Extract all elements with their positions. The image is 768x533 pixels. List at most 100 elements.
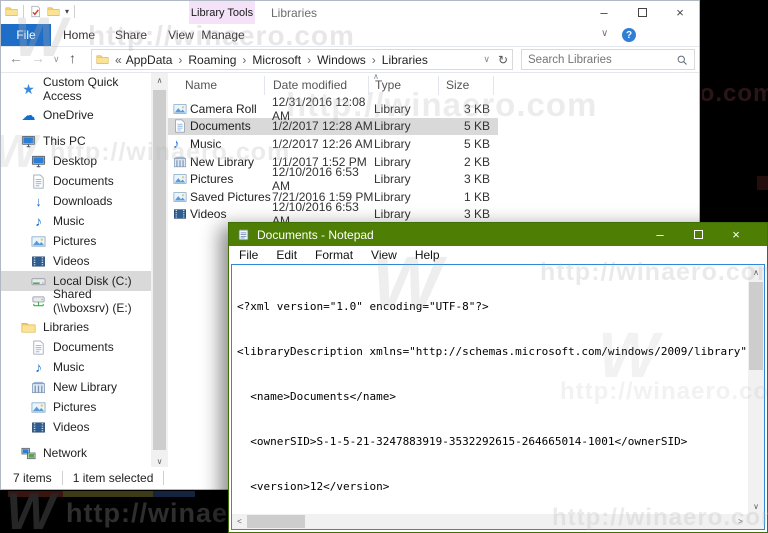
column-header-size[interactable]: Size: [446, 78, 469, 92]
tab-home[interactable]: Home: [55, 24, 103, 46]
sidebar-item-music[interactable]: ♪ Music: [1, 211, 151, 231]
sidebar-item-custom-quick-access[interactable]: ★ Custom Quick Access: [1, 75, 151, 103]
scroll-up-icon[interactable]: ∧: [151, 73, 168, 88]
scrollbar-thumb[interactable]: [247, 515, 305, 528]
column-divider[interactable]: [368, 76, 369, 95]
file-row-saved-pictures[interactable]: Saved Pictures 7/21/2016 1:59 PM Library…: [168, 188, 701, 206]
search-box[interactable]: Search Libraries: [521, 49, 695, 70]
address-bar[interactable]: « AppData › Roaming › Microsoft › Window…: [91, 49, 513, 70]
sidebar-scrollbar[interactable]: ∧ ∨: [151, 73, 168, 469]
logo-fragment: [757, 176, 768, 190]
breadcrumb-chevron-icon[interactable]: ›: [238, 53, 250, 67]
explorer-window-title: Libraries: [271, 6, 318, 20]
close-button[interactable]: ×: [661, 1, 699, 23]
maximize-button[interactable]: [679, 223, 717, 246]
file-row-pictures[interactable]: Pictures 12/10/2016 6:53 AM Library 3 KB: [168, 165, 701, 193]
file-type: Library: [374, 207, 411, 222]
file-row-videos[interactable]: Videos 12/10/2016 6:53 AM Library 3 KB: [168, 200, 701, 228]
file-row-documents-selected[interactable]: Documents 1/2/2017 12:28 AM Library 5 KB: [168, 117, 498, 136]
close-button[interactable]: ×: [717, 223, 755, 246]
library-tools-contextual-tab[interactable]: Library Tools: [189, 1, 255, 24]
sidebar-item-libraries-pictures[interactable]: Pictures: [1, 397, 151, 417]
forward-button[interactable]: →: [31, 51, 45, 65]
tab-file[interactable]: File: [1, 24, 51, 46]
sidebar-item-libraries[interactable]: Libraries: [1, 317, 151, 337]
breadcrumb-windows[interactable]: Windows: [315, 53, 368, 67]
search-icon[interactable]: [676, 54, 688, 66]
scroll-up-icon[interactable]: ∧: [748, 265, 764, 280]
properties-icon[interactable]: [29, 5, 42, 18]
back-button[interactable]: ←: [9, 51, 23, 65]
column-divider[interactable]: [438, 76, 439, 95]
breadcrumb-chevron-icon[interactable]: ›: [303, 53, 315, 67]
sidebar-item-videos[interactable]: Videos: [1, 251, 151, 271]
sidebar-item-libraries-music[interactable]: ♪ Music: [1, 357, 151, 377]
horizontal-scrollbar[interactable]: < >: [232, 514, 748, 529]
tab-share[interactable]: Share: [107, 24, 155, 46]
sidebar-item-label: Shared (\\vboxsrv) (E:): [53, 287, 132, 315]
menu-format[interactable]: Format: [306, 248, 362, 262]
column-divider[interactable]: [264, 76, 265, 95]
sidebar-item-downloads[interactable]: ↓ Downloads: [1, 191, 151, 211]
customize-qat-dropdown-icon[interactable]: ▾: [65, 7, 69, 16]
notepad-text-area[interactable]: <?xml version="1.0" encoding="UTF-8"?> <…: [231, 264, 765, 530]
column-divider[interactable]: [493, 76, 494, 95]
breadcrumb-chevron-icon[interactable]: ›: [174, 53, 186, 67]
scrollbar-thumb[interactable]: [749, 282, 763, 370]
menu-view[interactable]: View: [362, 248, 406, 262]
breadcrumb-libraries[interactable]: Libraries: [380, 53, 430, 67]
explorer-titlebar: ▾ Library Tools Libraries – ×: [1, 1, 699, 24]
xml-document-content[interactable]: <?xml version="1.0" encoding="UTF-8"?> <…: [237, 269, 746, 529]
picture-icon: [168, 102, 190, 116]
notepad-titlebar[interactable]: Documents - Notepad – ×: [229, 223, 767, 246]
menu-file[interactable]: File: [229, 248, 267, 262]
sidebar-item-label: Network: [43, 446, 88, 460]
sidebar-item-new-library[interactable]: New Library: [1, 377, 151, 397]
column-header-date-modified[interactable]: Date modified: [273, 78, 347, 92]
sidebar-item-this-pc[interactable]: This PC: [1, 131, 151, 151]
menu-help[interactable]: Help: [406, 248, 449, 262]
sidebar-item-libraries-videos[interactable]: Videos: [1, 417, 151, 437]
sidebar-item-label: Libraries: [43, 320, 90, 334]
sidebar-item-label: Custom Quick Access: [43, 75, 119, 103]
refresh-icon[interactable]: ↻: [498, 53, 508, 67]
sidebar-item-documents[interactable]: Documents: [1, 171, 151, 191]
expand-ribbon-icon[interactable]: ∨: [601, 28, 608, 39]
scrollbar-thumb[interactable]: [153, 90, 166, 450]
item-count: 7 items: [13, 471, 52, 485]
file-row-new-library[interactable]: New Library 1/1/2017 1:52 PM Library 2 K…: [168, 153, 701, 171]
address-dropdown-icon[interactable]: ∨: [483, 54, 490, 65]
new-folder-icon[interactable]: [47, 5, 60, 18]
minimize-button[interactable]: –: [641, 223, 679, 246]
file-row-camera-roll[interactable]: Camera Roll 12/31/2016 12:08 AM Library …: [168, 95, 701, 123]
sidebar-item-shared-vboxsrv[interactable]: Shared (\\vboxsrv) (E:): [1, 287, 151, 315]
menu-edit[interactable]: Edit: [267, 248, 306, 262]
breadcrumb-overflow-icon[interactable]: «: [113, 53, 124, 67]
scroll-down-icon[interactable]: ∨: [748, 499, 764, 514]
breadcrumb-roaming[interactable]: Roaming: [186, 53, 238, 67]
recent-locations-dropdown-icon[interactable]: ∨: [53, 55, 60, 64]
sidebar-item-onedrive[interactable]: ☁ OneDrive: [1, 105, 151, 125]
column-header-type[interactable]: Type: [375, 78, 401, 92]
column-header-name[interactable]: Name: [185, 78, 217, 92]
sidebar-item-libraries-documents[interactable]: Documents: [1, 337, 151, 357]
minimize-button[interactable]: –: [585, 1, 623, 23]
search-placeholder: Search Libraries: [528, 53, 612, 66]
up-button[interactable]: ↑: [69, 51, 76, 65]
maximize-button[interactable]: [623, 1, 661, 23]
desktop: ▾ Library Tools Libraries – × File Home …: [0, 0, 768, 533]
maximize-icon: [637, 7, 647, 17]
breadcrumb-microsoft[interactable]: Microsoft: [250, 53, 303, 67]
breadcrumb-chevron-icon[interactable]: ›: [368, 53, 380, 67]
resize-grip[interactable]: [748, 514, 764, 529]
scroll-left-icon[interactable]: <: [232, 514, 247, 529]
vertical-scrollbar[interactable]: ∧ ∨: [748, 265, 764, 514]
sidebar-item-pictures[interactable]: Pictures: [1, 231, 151, 251]
help-icon[interactable]: ?: [622, 28, 636, 42]
sidebar-item-desktop[interactable]: Desktop: [1, 151, 151, 171]
breadcrumb-appdata[interactable]: AppData: [124, 53, 175, 67]
sidebar-item-network[interactable]: Network: [1, 443, 151, 463]
file-row-music[interactable]: ♪ Music 1/2/2017 12:26 AM Library 5 KB: [168, 135, 701, 153]
scroll-right-icon[interactable]: >: [733, 514, 748, 529]
tab-manage[interactable]: Manage: [197, 24, 249, 46]
